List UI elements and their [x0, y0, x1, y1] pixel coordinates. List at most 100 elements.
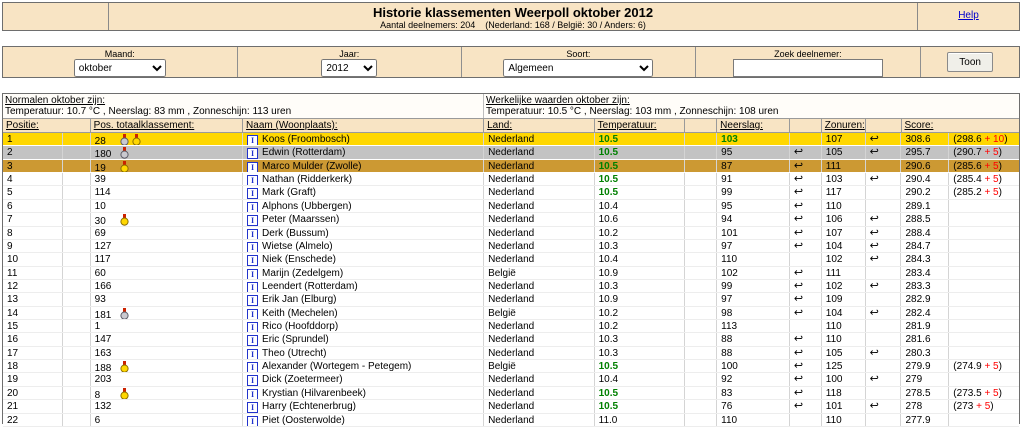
temperature-cell: 10.4	[595, 253, 686, 265]
temperature-spacer	[685, 267, 717, 279]
temperature-cell: 10.9	[595, 267, 686, 279]
table-row: 610IAlphons (Ubbergen)Nederland10.495↩11…	[3, 200, 1019, 213]
country-cell: Nederland	[484, 320, 595, 332]
score-cell: 290.6	[901, 160, 949, 172]
score-bonus-cell	[949, 307, 1019, 319]
participant-info-icon[interactable]: I	[247, 175, 258, 185]
participant-info-icon[interactable]: I	[247, 229, 258, 239]
header-temperatuur[interactable]: Temperatuur:	[595, 119, 686, 133]
score-cell: 295.7	[901, 146, 949, 158]
sun-joker-cell: ↩	[866, 173, 902, 185]
score-cell: 283.3	[901, 280, 949, 292]
header-land[interactable]: Land:	[484, 119, 595, 133]
participant-info-icon[interactable]: I	[247, 188, 258, 198]
temperature-cell: 10.3	[595, 280, 686, 292]
gold-medal-icon	[120, 161, 129, 172]
header-naam[interactable]: Naam (Woonplaats):	[243, 119, 484, 133]
header-zonuren[interactable]: Zonuren:	[822, 119, 866, 133]
header-neerslag[interactable]: Neerslag:	[717, 119, 790, 133]
temperature-spacer	[685, 293, 717, 305]
temperature-spacer	[685, 400, 717, 412]
name-cell: IErik Jan (Elburg)	[243, 293, 484, 305]
table-row: 17163ITheo (Utrecht)Nederland10.388↩105↩…	[3, 347, 1019, 360]
help-link[interactable]: Help	[958, 10, 979, 21]
participant-info-icon[interactable]: I	[247, 135, 258, 145]
position-spacer	[63, 267, 91, 279]
table-row: 151IRico (Hoofddorp)Nederland10.21131102…	[3, 320, 1019, 333]
rain-joker-cell	[790, 133, 822, 145]
total-rank-value: 10	[95, 201, 117, 212]
temperature-cell: 11.0	[595, 414, 686, 426]
total-rank-value: 127	[95, 241, 117, 252]
score-cell: 288.5	[901, 213, 949, 225]
table-row: 439INathan (Ridderkerk)Nederland10.591↩1…	[3, 173, 1019, 186]
year-select[interactable]: 2012	[321, 59, 377, 77]
search-label: Zoek deelnemer:	[696, 49, 921, 59]
participant-name: Koos (Froombosch)	[262, 134, 350, 145]
participant-info-icon[interactable]: I	[247, 202, 258, 212]
participant-info-icon[interactable]: I	[247, 416, 258, 426]
name-cell: IMarco Mulder (Zwolle)	[243, 160, 484, 172]
temperature-cell: 10.5	[595, 133, 686, 145]
country-cell: Nederland	[484, 253, 595, 265]
participant-info-icon[interactable]: I	[247, 389, 258, 399]
temperature-spacer	[685, 160, 717, 172]
participant-info-icon[interactable]: I	[247, 402, 258, 412]
header-pos-totaalklassement[interactable]: Pos. totaalklassement:	[91, 119, 243, 133]
participant-info-icon[interactable]: I	[247, 322, 258, 332]
sun-joker-cell	[866, 333, 902, 345]
participant-info-icon[interactable]: I	[247, 282, 258, 292]
participant-info-icon[interactable]: I	[247, 148, 258, 158]
table-row: 208IKrystian (Hilvarenbeek)Nederland10.5…	[3, 387, 1019, 400]
position-cell: 22	[3, 414, 63, 426]
joker-arrow-icon: ↩	[870, 401, 879, 411]
temperature-spacer	[685, 307, 717, 319]
score-bonus-cell	[949, 213, 1019, 225]
sun-cell: 117	[822, 186, 866, 198]
position-spacer	[63, 133, 91, 145]
total-rank-cell: 132	[91, 400, 243, 412]
participant-info-icon[interactable]: I	[247, 295, 258, 305]
participant-info-icon[interactable]: I	[247, 309, 258, 319]
participant-info-icon[interactable]: I	[247, 215, 258, 225]
type-select[interactable]: Algemeen	[503, 59, 653, 77]
temperature-cell: 10.4	[595, 200, 686, 212]
position-cell: 11	[3, 267, 63, 279]
joker-arrow-icon: ↩	[870, 308, 879, 318]
search-input[interactable]	[733, 59, 883, 77]
participant-info-icon[interactable]: I	[247, 335, 258, 345]
temperature-cell: 10.4	[595, 373, 686, 385]
rain-joker-cell: ↩	[790, 186, 822, 198]
joker-arrow-icon: ↩	[794, 201, 803, 211]
total-rank-value: 188	[95, 363, 117, 372]
ranking-rows: 128IKoos (Froombosch)Nederland10.5103107…	[3, 133, 1019, 426]
header-score[interactable]: Score:	[902, 119, 1020, 133]
temperature-spacer	[685, 213, 717, 225]
position-cell: 9	[3, 240, 63, 252]
position-spacer	[63, 213, 91, 225]
joker-arrow-icon: ↩	[794, 308, 803, 318]
participant-info-icon[interactable]: I	[247, 362, 258, 372]
participant-info-icon[interactable]: I	[247, 349, 258, 359]
participant-info-icon[interactable]: I	[247, 255, 258, 265]
table-row: 18188IAlexander (Wortegem - Petegem)Belg…	[3, 360, 1019, 373]
month-select[interactable]: oktober	[74, 59, 166, 77]
show-button[interactable]: Toon	[947, 52, 993, 72]
participant-info-icon[interactable]: I	[247, 375, 258, 385]
table-header-row: Positie: Pos. totaalklassement: Naam (Wo…	[3, 118, 1019, 133]
country-cell: Nederland	[484, 373, 595, 385]
participant-info-icon[interactable]: I	[247, 269, 258, 279]
total-rank-cell: 147	[91, 333, 243, 345]
participant-info-icon[interactable]: I	[247, 242, 258, 252]
sun-joker-cell: ↩	[866, 240, 902, 252]
sun-cell: 104	[822, 240, 866, 252]
rain-joker-cell: ↩	[790, 400, 822, 412]
participant-name: Peter (Maarssen)	[262, 214, 339, 225]
temperature-cell: 10.5	[595, 360, 686, 372]
ranking-table: Normalen oktober zijn: Temperatuur: 10.7…	[2, 93, 1020, 424]
header-positie[interactable]: Positie:	[3, 119, 91, 133]
temperature-cell: 10.3	[595, 333, 686, 345]
position-cell: 13	[3, 293, 63, 305]
joker-arrow-icon: ↩	[870, 214, 879, 224]
participant-info-icon[interactable]: I	[247, 162, 258, 172]
